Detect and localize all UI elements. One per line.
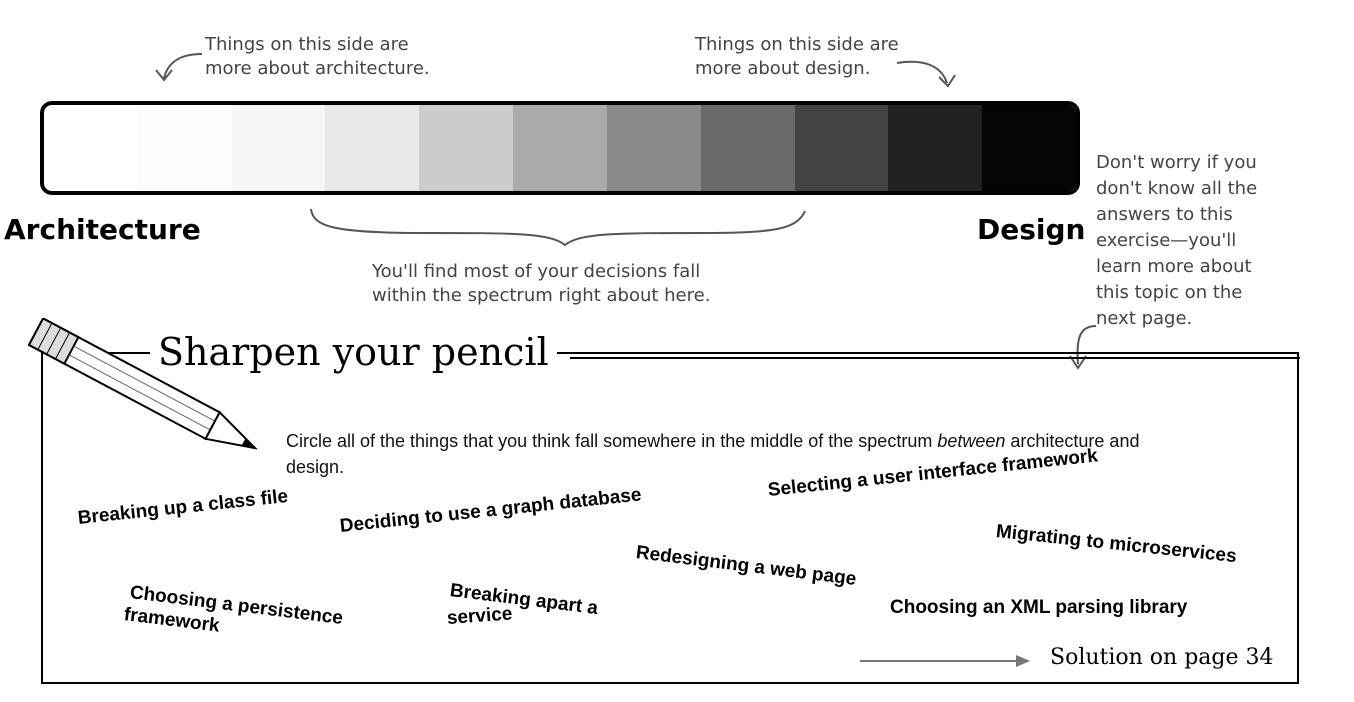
note-line: more about design. bbox=[695, 58, 871, 79]
curved-arrow-right-icon bbox=[896, 60, 956, 88]
note-line: Things on this side are bbox=[205, 34, 409, 55]
spectrum-cell bbox=[982, 105, 1076, 191]
note-line: don't know all the bbox=[1096, 178, 1258, 199]
instruction-emphasis: between bbox=[937, 431, 1006, 451]
curved-arrow-left-icon bbox=[155, 53, 203, 82]
note-line: Things on this side are bbox=[695, 34, 899, 55]
note-line: Don't worry if you bbox=[1096, 152, 1257, 173]
title-rule bbox=[570, 357, 1300, 359]
spectrum-cell bbox=[44, 105, 138, 191]
spectrum-cell bbox=[606, 105, 701, 191]
design-label: Design bbox=[977, 213, 1086, 246]
design-side-note: Things on this side are more about desig… bbox=[695, 33, 899, 81]
spectrum-cell bbox=[419, 105, 514, 191]
curly-bracket-icon bbox=[310, 208, 806, 247]
spectrum-cell bbox=[513, 105, 607, 191]
note-line: this topic on the bbox=[1096, 282, 1243, 303]
spectrum-cell bbox=[137, 105, 232, 191]
spectrum-cell bbox=[888, 105, 983, 191]
spectrum-cell bbox=[700, 105, 795, 191]
note-line: learn more about bbox=[1096, 256, 1252, 277]
architecture-label: Architecture bbox=[4, 213, 201, 246]
right-arrow-icon bbox=[860, 655, 1030, 667]
bracket-note: You'll find most of your decisions fall … bbox=[372, 260, 710, 308]
worry-note: Don't worry if you don't know all the an… bbox=[1096, 150, 1257, 332]
architecture-side-note: Things on this side are more about archi… bbox=[205, 33, 430, 81]
note-line: within the spectrum right about here. bbox=[372, 285, 711, 306]
spectrum-cell bbox=[325, 105, 420, 191]
instruction-text: Circle all of the things that you think … bbox=[286, 431, 938, 451]
note-line: next page. bbox=[1096, 308, 1193, 329]
note-line: exercise—you'll bbox=[1096, 230, 1237, 251]
option-xml-parsing-library[interactable]: Choosing an XML parsing library bbox=[890, 597, 1187, 619]
option-breaking-apart-service-line2[interactable]: service bbox=[446, 603, 513, 630]
note-line: more about architecture. bbox=[205, 58, 430, 79]
solution-link[interactable]: Solution on page 34 bbox=[1050, 645, 1274, 670]
spectrum-cell bbox=[231, 105, 326, 191]
exercise-title: Sharpen your pencil bbox=[150, 330, 557, 374]
architecture-design-spectrum bbox=[40, 101, 1080, 195]
note-line: You'll find most of your decisions fall bbox=[372, 261, 701, 282]
note-line: answers to this bbox=[1096, 204, 1233, 225]
spectrum-cell bbox=[794, 105, 889, 191]
